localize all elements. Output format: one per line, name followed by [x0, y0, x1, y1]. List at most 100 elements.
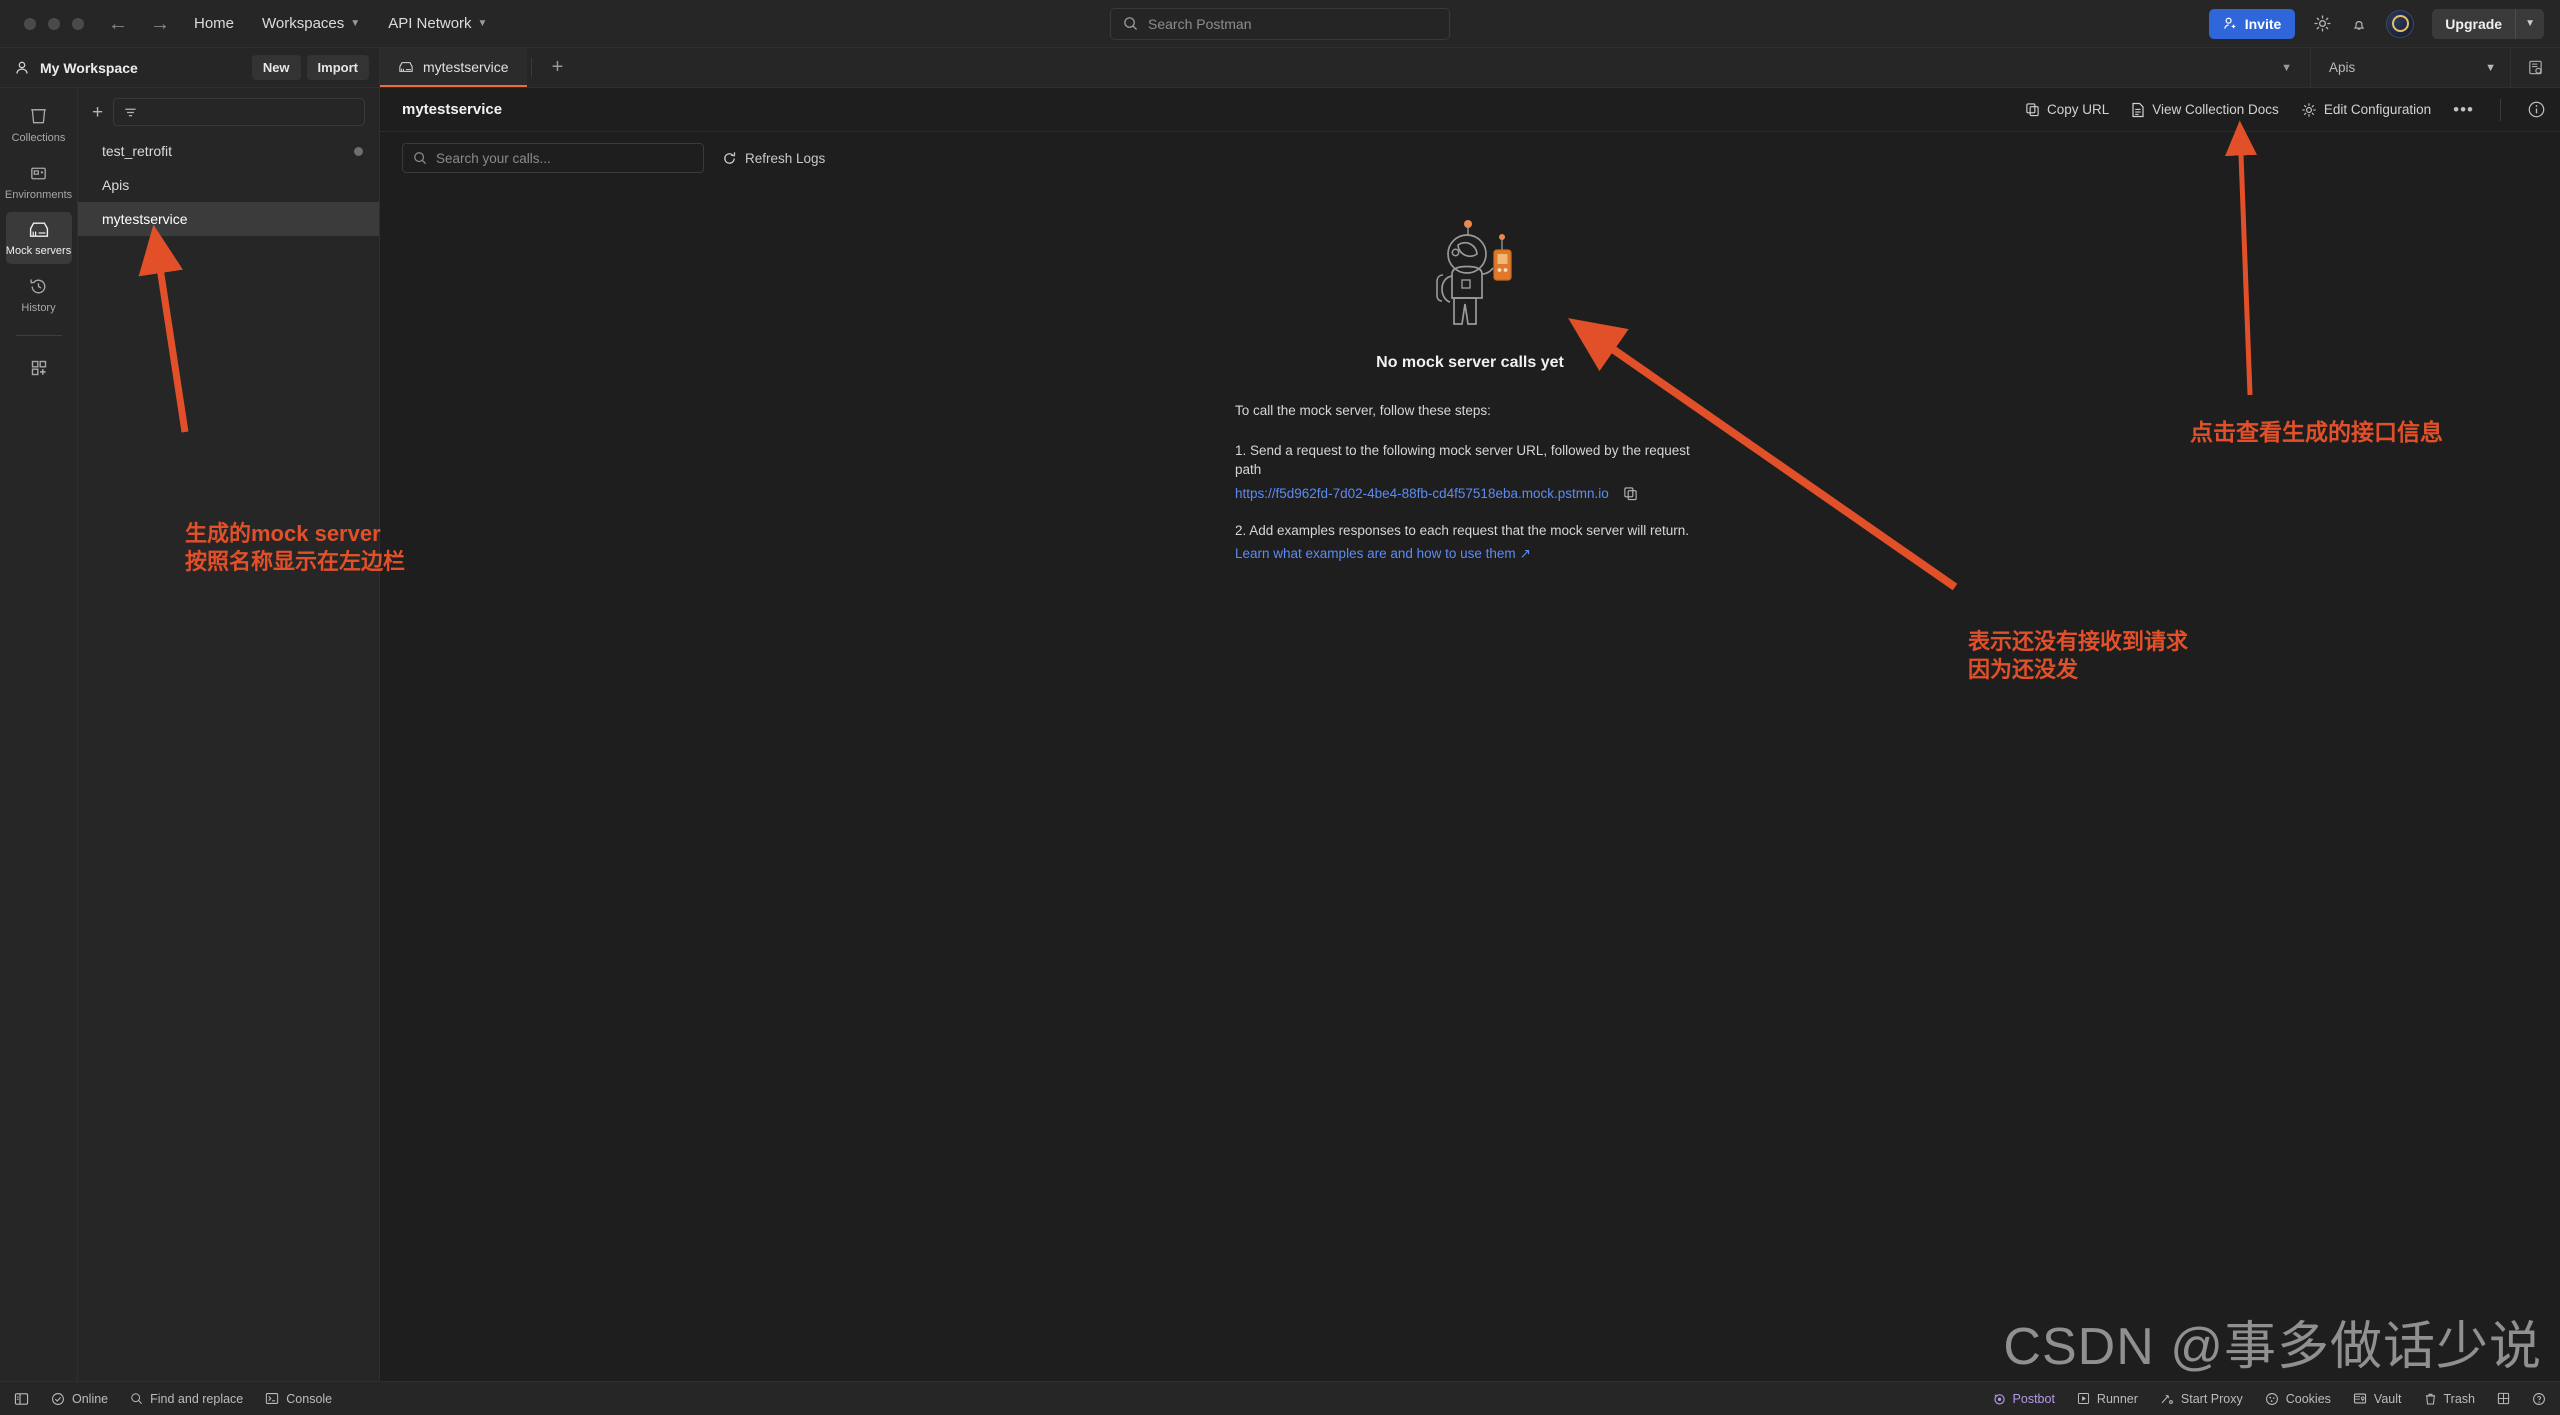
user-avatar[interactable] [2386, 9, 2415, 38]
global-search[interactable]: Search Postman [1110, 7, 1450, 40]
status-online-label: Online [72, 1391, 109, 1406]
chevron-down-icon: ▼ [350, 18, 361, 29]
nav-workspaces[interactable]: Workspaces ▼ [262, 15, 360, 32]
edit-configuration-label: Edit Configuration [2323, 102, 2432, 117]
sidebar-item-collections[interactable]: Collections [6, 98, 72, 151]
top-nav-menu: Home Workspaces ▼ API Network ▼ [194, 15, 487, 32]
runner-button[interactable]: Runner [2077, 1392, 2138, 1406]
postbot-button[interactable]: Postbot [1992, 1392, 2055, 1406]
search-calls-placeholder: Search your calls... [436, 150, 551, 166]
step-1-text: 1. Send a request to the following mock … [1235, 442, 1690, 478]
view-collection-docs-button[interactable]: View Collection Docs [2131, 102, 2279, 118]
sidebar-item-mock-servers[interactable]: Mock servers [5, 212, 72, 264]
layout-toggle-icon[interactable] [2497, 1392, 2510, 1405]
steps-intro: To call the mock server, follow these st… [1235, 403, 1491, 418]
tab-overflow-chevron-down-icon[interactable]: ▼ [2263, 62, 2310, 74]
refresh-icon [724, 151, 736, 164]
workspace-actions: New Import [251, 55, 369, 80]
status-bar-right: Postbot Runner Start Proxy Cookies Vault… [1992, 1392, 2546, 1406]
edit-configuration-button[interactable]: Edit Configuration [2301, 102, 2431, 118]
main-panel: mytestservice Copy URL View Collection D… [380, 88, 2560, 1381]
add-module-icon [31, 360, 46, 376]
close-window-dot[interactable] [24, 17, 36, 30]
filter-button[interactable] [113, 98, 365, 126]
postman-window: ← → Home Workspaces ▼ API Network ▼ Sear… [0, 0, 2560, 1415]
sidebar-item-history[interactable]: History [6, 268, 72, 321]
tab-strip-right: ▼ Apis ▼ [2263, 48, 2560, 87]
status-bar: Online Find and replace Console Postbot … [0, 1381, 2560, 1415]
tab-mytestservice[interactable]: mytestservice [380, 48, 527, 87]
new-button[interactable]: New [251, 55, 301, 80]
console-button[interactable]: Console [265, 1392, 332, 1406]
start-proxy-button[interactable]: Start Proxy [2160, 1392, 2243, 1406]
trash-button[interactable]: Trash [2424, 1391, 2476, 1406]
list-item[interactable]: mytestservice [78, 202, 379, 236]
help-icon[interactable] [2532, 1392, 2546, 1406]
invite-button[interactable]: Invite [2208, 8, 2296, 39]
nav-api-network[interactable]: API Network ▼ [388, 15, 487, 32]
nav-home[interactable]: Home [194, 15, 234, 32]
search-calls-input[interactable]: Search your calls... [402, 143, 704, 173]
status-online[interactable]: Online [51, 1392, 108, 1406]
settings-gear-icon[interactable] [2313, 14, 2332, 33]
gear-icon [2302, 102, 2316, 117]
collections-icon [31, 109, 46, 124]
workspace-header: My Workspace New Import [0, 48, 380, 87]
document-icon [2132, 102, 2144, 117]
refresh-logs-label: Refresh Logs [745, 150, 826, 166]
tab-divider [530, 58, 532, 77]
empty-state: No mock server calls yet To call the moc… [380, 184, 2560, 1381]
vault-icon [2353, 1393, 2366, 1404]
trash-label: Trash [2443, 1391, 2476, 1406]
learn-examples-link[interactable]: Learn what examples are and how to use t… [1235, 546, 1531, 562]
list-header: + [78, 88, 379, 134]
chevron-down-icon: ▼ [477, 18, 488, 29]
more-options-button[interactable]: ••• [2453, 100, 2474, 120]
history-icon [30, 279, 46, 294]
step-2-text: 2. Add examples responses to each reques… [1235, 522, 1689, 538]
forward-arrow-icon[interactable]: → [150, 14, 170, 34]
status-dot [354, 146, 363, 156]
info-icon[interactable] [2527, 100, 2546, 119]
list-item[interactable]: Apis [78, 168, 379, 202]
tab-strip: mytestservice + ▼ Apis ▼ [380, 48, 2560, 87]
minimize-window-dot[interactable] [48, 17, 60, 30]
copy-icon [2026, 103, 2039, 117]
invite-label: Invite [2244, 15, 2282, 32]
start-proxy-label: Start Proxy [2180, 1391, 2243, 1406]
upgrade-button[interactable]: Upgrade ▼ [2432, 8, 2544, 39]
notifications-bell-icon[interactable] [2350, 15, 2368, 33]
sidebar-item-environments[interactable]: Environments [5, 155, 72, 208]
copy-url-button[interactable]: Copy URL [2025, 102, 2109, 117]
sidebar-item-add-module[interactable] [6, 350, 72, 385]
refresh-logs-button[interactable]: Refresh Logs [722, 151, 825, 166]
nav-workspaces-label: Workspaces [262, 15, 345, 32]
main-header-actions: Copy URL View Collection Docs Edit Confi… [2025, 98, 2546, 121]
import-button[interactable]: Import [306, 55, 369, 80]
vault-button[interactable]: Vault [2353, 1392, 2402, 1406]
list-item[interactable]: test_retrofit [78, 134, 379, 168]
maximize-window-dot[interactable] [72, 17, 84, 30]
filter-icon [125, 108, 136, 116]
copy-icon[interactable] [1623, 486, 1638, 501]
new-tab-button[interactable]: + [536, 48, 580, 87]
left-rail: Collections Environments Mock servers Hi… [0, 88, 78, 1381]
sidebar-item-label: History [21, 302, 56, 314]
calls-toolbar: Search your calls... Refresh Logs [380, 132, 2560, 184]
environment-quicklook-icon[interactable] [2510, 48, 2560, 87]
upgrade-chevron-down-icon[interactable]: ▼ [2516, 18, 2544, 29]
create-mock-server-plus-icon[interactable]: + [92, 103, 103, 122]
copy-url-label: Copy URL [2046, 102, 2110, 117]
environment-selector[interactable]: Apis ▼ [2310, 48, 2510, 87]
sidebar-item-label: Collections [11, 132, 66, 144]
cookies-button[interactable]: Cookies [2265, 1392, 2331, 1406]
environments-icon [31, 167, 46, 180]
sidebar-toggle-icon[interactable] [14, 1392, 29, 1406]
back-arrow-icon[interactable]: ← [108, 14, 128, 34]
find-and-replace-button[interactable]: Find and replace [130, 1392, 243, 1406]
mock-url-link[interactable]: https://f5d962fd-7d02-4be4-88fb-cd4f5751… [1235, 486, 1609, 501]
header-divider [2500, 98, 2501, 121]
nav-api-network-label: API Network [388, 15, 472, 32]
